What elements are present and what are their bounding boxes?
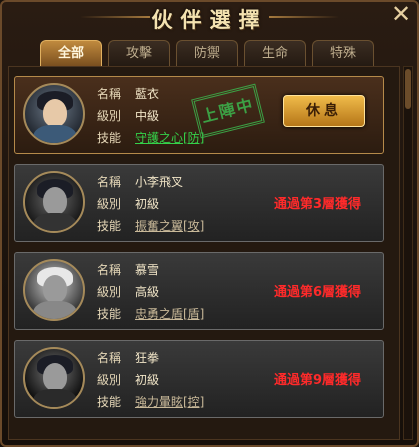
partner-skill-link[interactable]: 強力暈眩[控] <box>135 395 204 409</box>
partner-portrait <box>23 83 85 145</box>
unlock-condition: 通過第3層獲得 <box>273 197 361 212</box>
tab-all[interactable]: 全部 <box>40 40 102 66</box>
unlock-condition: 通過第6層獲得 <box>273 285 361 300</box>
partner-name: 小李飛叉 <box>135 175 184 189</box>
name-label: 名稱 <box>97 87 122 101</box>
partner-level: 初級 <box>135 197 160 211</box>
title-ornament-right <box>269 16 339 18</box>
level-label: 級別 <box>97 197 122 211</box>
partner-level: 中級 <box>135 109 160 123</box>
partner-info: 名稱 藍衣 級別 中級 技能 守護之心[防] <box>97 83 204 149</box>
unlock-condition: 通過第9層獲得 <box>273 373 361 388</box>
skill-label: 技能 <box>97 395 122 409</box>
scrollbar[interactable] <box>403 66 413 440</box>
partner-name: 狂拳 <box>135 351 160 365</box>
partner-card[interactable]: 名稱 慕雪 級別 高級 技能 忠勇之盾[盾] 通過第6層獲得 <box>14 252 384 330</box>
partner-name: 藍衣 <box>135 87 160 101</box>
skill-label: 技能 <box>97 307 122 321</box>
tab-special[interactable]: 特殊 <box>312 40 374 66</box>
level-label: 級別 <box>97 285 122 299</box>
tab-defense[interactable]: 防禦 <box>176 40 238 66</box>
partner-skill-link[interactable]: 守護之心[防] <box>135 131 204 145</box>
partner-info: 名稱 小李飛叉 級別 初級 技能 振奮之翼[攻] <box>97 171 204 237</box>
close-icon[interactable]: ✕ <box>389 2 413 26</box>
level-label: 級別 <box>97 109 122 123</box>
rest-button[interactable]: 休息 <box>283 95 365 127</box>
name-label: 名稱 <box>97 351 122 365</box>
tab-attack[interactable]: 攻擊 <box>108 40 170 66</box>
partner-skill-link[interactable]: 忠勇之盾[盾] <box>135 307 204 321</box>
scroll-thumb[interactable] <box>405 69 411 109</box>
tab-life[interactable]: 生命 <box>244 40 306 66</box>
partner-portrait <box>23 171 85 233</box>
partner-level: 初級 <box>135 373 160 387</box>
partner-card[interactable]: 名稱 狂拳 級別 初級 技能 強力暈眩[控] 通過第9層獲得 <box>14 340 384 418</box>
partner-info: 名稱 狂拳 級別 初級 技能 強力暈眩[控] <box>97 347 204 413</box>
skill-label: 技能 <box>97 131 122 145</box>
name-label: 名稱 <box>97 175 122 189</box>
partner-card[interactable]: 名稱 藍衣 級別 中級 技能 守護之心[防] 上陣中 休息 <box>14 76 384 154</box>
window-title: 伙伴選擇 <box>151 7 268 32</box>
partner-portrait <box>23 259 85 321</box>
name-label: 名稱 <box>97 263 122 277</box>
partner-name: 慕雪 <box>135 263 160 277</box>
partner-portrait <box>23 347 85 409</box>
partner-skill-link[interactable]: 振奮之翼[攻] <box>135 219 204 233</box>
tab-bar: 全部 攻擊 防禦 生命 特殊 <box>40 40 380 66</box>
level-label: 級別 <box>97 373 122 387</box>
skill-label: 技能 <box>97 219 122 233</box>
partner-level: 高級 <box>135 285 160 299</box>
partner-info: 名稱 慕雪 級別 高級 技能 忠勇之盾[盾] <box>97 259 204 325</box>
title-bar: 伙伴選擇 <box>0 0 419 36</box>
partner-card[interactable]: 名稱 小李飛叉 級別 初級 技能 振奮之翼[攻] 通過第3層獲得 <box>14 164 384 242</box>
